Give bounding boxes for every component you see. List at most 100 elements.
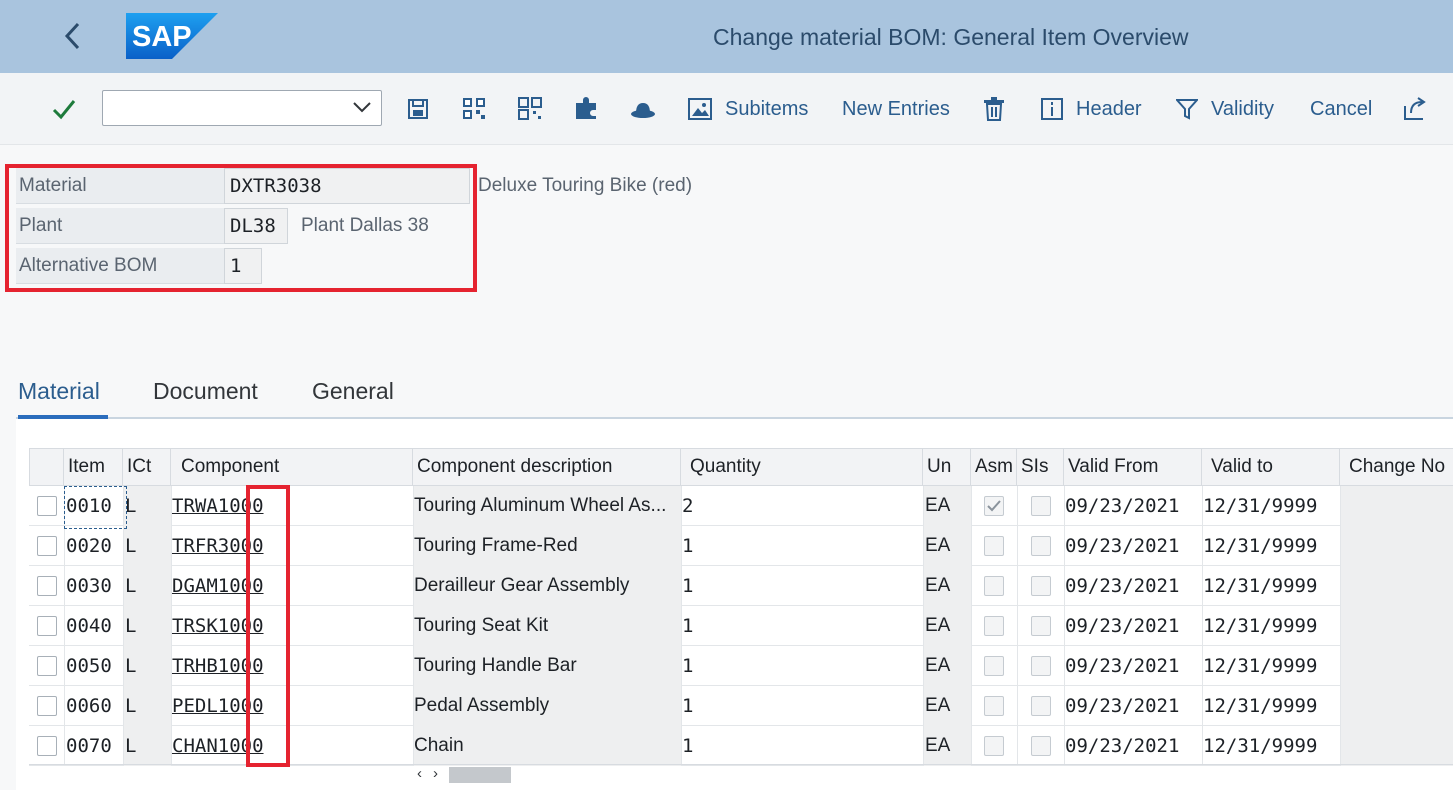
header-button[interactable]: Header xyxy=(1041,73,1142,145)
item-number-cell[interactable]: 0040 xyxy=(64,606,123,646)
column-header-valid-to[interactable]: Valid to xyxy=(1202,448,1340,486)
horizontal-scrollbar[interactable]: ‹ › xyxy=(29,764,1453,784)
table-row[interactable]: 0010 L TRWA1000 Touring Aluminum Wheel As..… xyxy=(29,486,1453,526)
hat-button[interactable] xyxy=(630,73,656,145)
assembly-checkbox[interactable] xyxy=(984,576,1004,596)
valid-from-cell[interactable]: 09/23/2021 xyxy=(1064,606,1202,646)
valid-to-cell[interactable]: 12/31/9999 xyxy=(1202,486,1340,526)
item-number-cell[interactable]: 0020 xyxy=(64,526,123,566)
puzzle-button[interactable] xyxy=(574,73,600,145)
item-category-cell[interactable]: L xyxy=(123,526,171,566)
qr-code-button[interactable] xyxy=(462,73,488,145)
validity-button[interactable]: Validity xyxy=(1176,73,1274,145)
valid-to-cell[interactable]: 12/31/9999 xyxy=(1202,526,1340,566)
assembly-checkbox[interactable] xyxy=(984,736,1004,756)
sls-checkbox[interactable] xyxy=(1030,736,1051,756)
component-link[interactable]: TRWA1000 xyxy=(171,486,413,526)
item-number-cell[interactable]: 0060 xyxy=(64,686,123,726)
valid-from-cell[interactable]: 09/23/2021 xyxy=(1064,726,1202,766)
new-entries-button[interactable]: New Entries xyxy=(842,73,950,145)
component-link[interactable]: PEDL1000 xyxy=(171,686,413,726)
column-header-unit[interactable]: Un xyxy=(923,448,971,486)
item-number-cell[interactable]: 0050 xyxy=(64,646,123,686)
component-link[interactable]: CHAN1000 xyxy=(171,726,413,766)
item-category-cell[interactable]: L xyxy=(123,606,171,646)
table-row[interactable]: 0020 L TRFR3000 Touring Frame-Red 1 EA 09/23/2… xyxy=(29,526,1453,566)
scroll-right-icon[interactable]: › xyxy=(433,765,438,782)
quantity-cell[interactable]: 2 xyxy=(681,486,923,526)
alternative-bom-field[interactable]: 1 xyxy=(224,248,262,284)
item-category-cell[interactable]: L xyxy=(123,726,171,766)
column-header-valid-from[interactable]: Valid From xyxy=(1064,448,1202,486)
row-selector-checkbox[interactable] xyxy=(36,616,57,636)
column-header-item[interactable]: Item xyxy=(64,448,123,486)
sls-checkbox[interactable] xyxy=(1030,576,1051,596)
component-link[interactable]: TRHB1000 xyxy=(171,646,413,686)
item-category-cell[interactable]: L xyxy=(123,486,171,526)
item-category-cell[interactable]: L xyxy=(123,646,171,686)
plant-field[interactable]: DL38 xyxy=(224,208,288,244)
command-field[interactable] xyxy=(102,90,382,126)
assembly-checkbox[interactable] xyxy=(984,656,1004,676)
valid-from-cell[interactable]: 09/23/2021 xyxy=(1064,646,1202,686)
row-selector-checkbox[interactable] xyxy=(36,576,57,596)
assembly-checkbox[interactable] xyxy=(984,496,1004,516)
item-category-cell[interactable]: L xyxy=(123,686,171,726)
component-link[interactable]: DGAM1000 xyxy=(171,566,413,606)
scroll-left-icon[interactable]: ‹ xyxy=(417,765,422,782)
back-button[interactable] xyxy=(56,20,88,52)
column-header-quantity[interactable]: Quantity xyxy=(681,448,923,486)
valid-from-cell[interactable]: 09/23/2021 xyxy=(1064,566,1202,606)
cancel-button[interactable]: Cancel xyxy=(1310,73,1372,145)
sls-checkbox[interactable] xyxy=(1030,696,1051,716)
column-header-ict[interactable]: ICt xyxy=(123,448,171,486)
column-header-change-no[interactable]: Change No xyxy=(1340,448,1453,486)
quantity-cell[interactable]: 1 xyxy=(681,646,923,686)
row-selector-checkbox[interactable] xyxy=(36,656,57,676)
delete-button[interactable] xyxy=(983,73,1005,145)
row-selector-checkbox[interactable] xyxy=(36,536,57,556)
barcode-button[interactable] xyxy=(518,73,544,145)
table-row[interactable]: 0060 L PEDL1000 Pedal Assembly 1 EA 09/23/2021… xyxy=(29,686,1453,726)
table-row[interactable]: 0070 L CHAN1000 Chain 1 EA 09/23/2021 12/31/999… xyxy=(29,726,1453,766)
valid-to-cell[interactable]: 12/31/9999 xyxy=(1202,726,1340,766)
quantity-cell[interactable]: 1 xyxy=(681,726,923,766)
quantity-cell[interactable]: 1 xyxy=(681,526,923,566)
valid-from-cell[interactable]: 09/23/2021 xyxy=(1064,526,1202,566)
assembly-checkbox[interactable] xyxy=(984,696,1004,716)
column-header-description[interactable]: Component description xyxy=(413,448,681,486)
sls-checkbox[interactable] xyxy=(1030,656,1051,676)
chevron-down-icon[interactable] xyxy=(353,100,371,114)
enter-button[interactable] xyxy=(52,73,76,145)
tab-document[interactable]: Document xyxy=(153,378,258,405)
valid-to-cell[interactable]: 12/31/9999 xyxy=(1202,606,1340,646)
table-row[interactable]: 0040 L TRSK1000 Touring Seat Kit 1 EA 09/23/20… xyxy=(29,606,1453,646)
subitems-button[interactable]: Subitems xyxy=(688,73,808,145)
valid-to-cell[interactable]: 12/31/9999 xyxy=(1202,686,1340,726)
sls-checkbox[interactable] xyxy=(1030,616,1051,636)
select-all-header[interactable] xyxy=(29,448,64,486)
table-row[interactable]: 0030 L DGAM1000 Derailleur Gear Assembly 1 EA… xyxy=(29,566,1453,606)
sls-checkbox[interactable] xyxy=(1030,536,1051,556)
column-header-sls[interactable]: SIs xyxy=(1017,448,1064,486)
export-button[interactable] xyxy=(1403,73,1429,145)
row-selector-checkbox[interactable] xyxy=(36,736,57,756)
assembly-checkbox[interactable] xyxy=(984,616,1004,636)
save-button[interactable] xyxy=(407,73,429,145)
valid-to-cell[interactable]: 12/31/9999 xyxy=(1202,566,1340,606)
material-field[interactable]: DXTR3038 xyxy=(224,168,470,204)
sls-checkbox[interactable] xyxy=(1030,496,1051,516)
tab-general[interactable]: General xyxy=(312,378,394,405)
quantity-cell[interactable]: 1 xyxy=(681,606,923,646)
item-number-cell[interactable]: 0010 xyxy=(64,486,123,526)
quantity-cell[interactable]: 1 xyxy=(681,686,923,726)
scrollbar-thumb[interactable] xyxy=(449,767,511,783)
item-number-cell[interactable]: 0070 xyxy=(64,726,123,766)
table-row[interactable]: 0050 L TRHB1000 Touring Handle Bar 1 EA 09/23/… xyxy=(29,646,1453,686)
column-header-asm[interactable]: Asm xyxy=(971,448,1017,486)
quantity-cell[interactable]: 1 xyxy=(681,566,923,606)
valid-from-cell[interactable]: 09/23/2021 xyxy=(1064,486,1202,526)
component-link[interactable]: TRSK1000 xyxy=(171,606,413,646)
row-selector-checkbox[interactable] xyxy=(36,496,57,516)
component-link[interactable]: TRFR3000 xyxy=(171,526,413,566)
